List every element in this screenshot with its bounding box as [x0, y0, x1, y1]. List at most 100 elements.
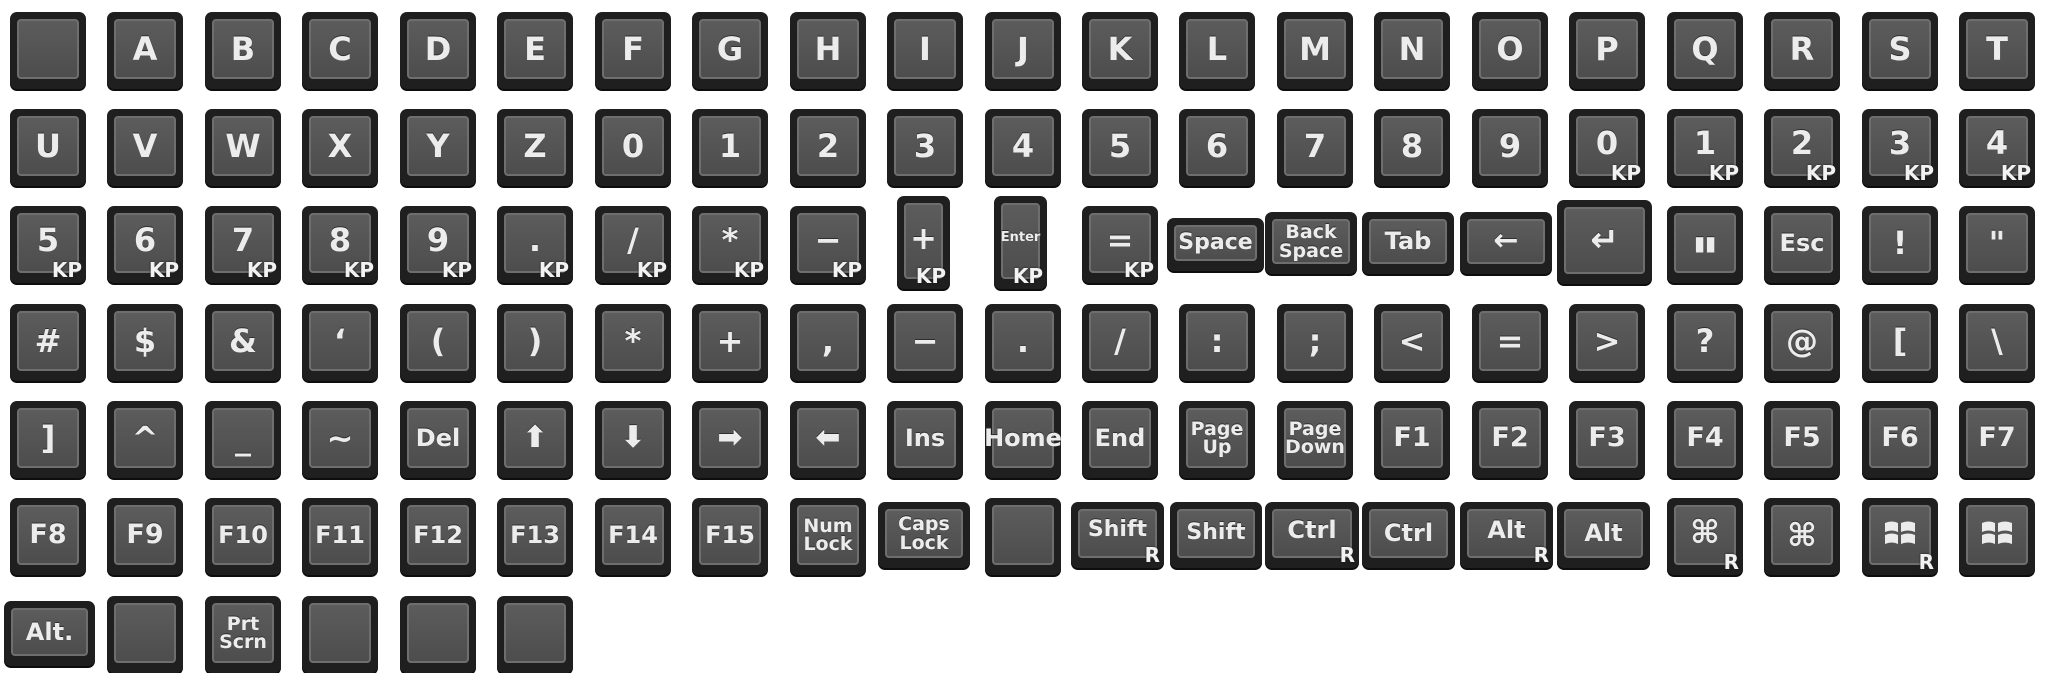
key-label: 5	[36, 220, 60, 259]
blank-key-icon	[17, 19, 79, 79]
keycap-face: S	[1869, 19, 1931, 79]
key-f4: F4	[1667, 401, 1743, 478]
key-f12: F12	[400, 498, 476, 575]
keycap-face: Alt.	[11, 608, 88, 656]
keypad-badge: KP	[246, 258, 277, 282]
blank-key-icon	[504, 603, 566, 663]
keycap-face: G	[699, 19, 761, 79]
key-zero: 0	[595, 109, 671, 186]
key-shift: Shift	[1170, 502, 1262, 568]
key-label: M	[1299, 29, 1331, 68]
key-five-kp: 5 KP	[10, 206, 86, 283]
key-label: 0	[1595, 123, 1619, 162]
key-three: 3	[887, 109, 963, 186]
key-ampersand: &	[205, 304, 281, 381]
key-label: P	[1595, 29, 1619, 68]
key-exclamation: !	[1862, 206, 1938, 283]
keycap-face: F1	[1381, 408, 1443, 468]
key-tilde: ~	[302, 401, 378, 478]
key-slash: /	[1082, 304, 1158, 381]
key-alt: Alt.	[4, 601, 95, 666]
key-label: N	[1398, 29, 1426, 68]
key-label: End	[1094, 423, 1146, 452]
key-label: Shift	[1087, 517, 1148, 543]
key-label: F6	[1881, 422, 1919, 454]
arrow-down-icon: ⬇	[620, 419, 646, 455]
keycap-face: ➡	[699, 408, 761, 468]
key-v: V	[107, 109, 183, 186]
key-ins: Ins	[887, 401, 963, 478]
key-five: 5	[1082, 109, 1158, 186]
keycap-face: H	[797, 19, 859, 79]
key-label: F2	[1491, 422, 1529, 454]
keycap-face: ^	[114, 408, 176, 468]
key-label: Z	[523, 126, 547, 165]
keycap-face: I	[894, 19, 956, 79]
key-one: 1	[692, 109, 768, 186]
keypad-badge: KP	[538, 258, 569, 282]
key-label: :	[1210, 321, 1224, 360]
key-asterisk-kp: * KP	[692, 206, 768, 283]
keycap-face: Page Down	[1284, 408, 1346, 468]
key-home: Home	[984, 401, 1062, 478]
key-period-kp: . KP	[497, 206, 573, 283]
key-nine: 9	[1472, 109, 1548, 186]
key-m: M	[1277, 12, 1353, 89]
keypad-badge: KP	[1012, 264, 1043, 288]
keycap-face: \	[1966, 311, 2028, 371]
key-label: \	[1991, 321, 2003, 360]
keypad-badge: KP	[915, 264, 946, 288]
key-n: N	[1374, 12, 1450, 89]
key-seven: 7	[1277, 109, 1353, 186]
key-j: J	[985, 12, 1061, 89]
key-label: F10	[218, 520, 268, 549]
key-label: 6	[133, 220, 157, 259]
key-label: *	[624, 321, 642, 360]
key-f10: F10	[205, 498, 281, 575]
keycap-face: F7	[1966, 408, 2028, 468]
keycap-face: *	[602, 311, 664, 371]
key-hash: #	[10, 304, 86, 381]
key-label: A	[132, 29, 158, 68]
keycap-face: Space	[1174, 225, 1257, 261]
keycap-face: ↵	[1564, 207, 1645, 274]
keypad-badge: KP	[343, 258, 374, 282]
key-label: D	[424, 29, 452, 68]
return-icon: ↵	[1590, 220, 1619, 261]
keycap-face: 6	[1186, 116, 1248, 176]
key-label: +	[910, 218, 937, 257]
key-equals: =	[1472, 304, 1548, 381]
keycap-face: 1	[699, 116, 761, 176]
backspace-arrow-icon: ←	[1493, 223, 1519, 259]
keycap-face: V	[114, 116, 176, 176]
keycap-face: Del	[407, 408, 469, 468]
key-nine-kp: 9 KP	[400, 206, 476, 283]
key-label: ?	[1695, 321, 1715, 360]
key-at: @	[1764, 304, 1840, 381]
keycap-face: ~	[309, 408, 371, 468]
keypad-badge: KP	[831, 258, 862, 282]
keycap-face: Caps Lock	[885, 509, 963, 558]
key-: ←	[1460, 212, 1552, 274]
key-label: +	[716, 321, 744, 360]
key-label: 2	[816, 126, 840, 165]
key-label: B	[230, 29, 256, 68]
keycap-face: F2	[1479, 408, 1541, 468]
key-label: S	[1888, 29, 1912, 68]
key-plus: +	[692, 304, 768, 381]
key-c: C	[302, 12, 378, 89]
keycap-face: 9	[1479, 116, 1541, 176]
blank-key-icon	[407, 603, 469, 663]
keycap-face: P	[1576, 19, 1638, 79]
keycap-face: F12	[407, 505, 469, 565]
key-open-bracket: [	[1862, 304, 1938, 381]
keycap-face: ‘	[309, 311, 371, 371]
keycap-face: F15	[699, 505, 761, 565]
keycap-face: F	[602, 19, 664, 79]
keycap-face: Z	[504, 116, 566, 176]
key-apostrophe: ‘	[302, 304, 378, 381]
key-label: $	[133, 321, 157, 360]
blank-key-icon	[992, 505, 1054, 565]
blank-key-icon	[114, 603, 176, 663]
keycap-face: 8	[1381, 116, 1443, 176]
